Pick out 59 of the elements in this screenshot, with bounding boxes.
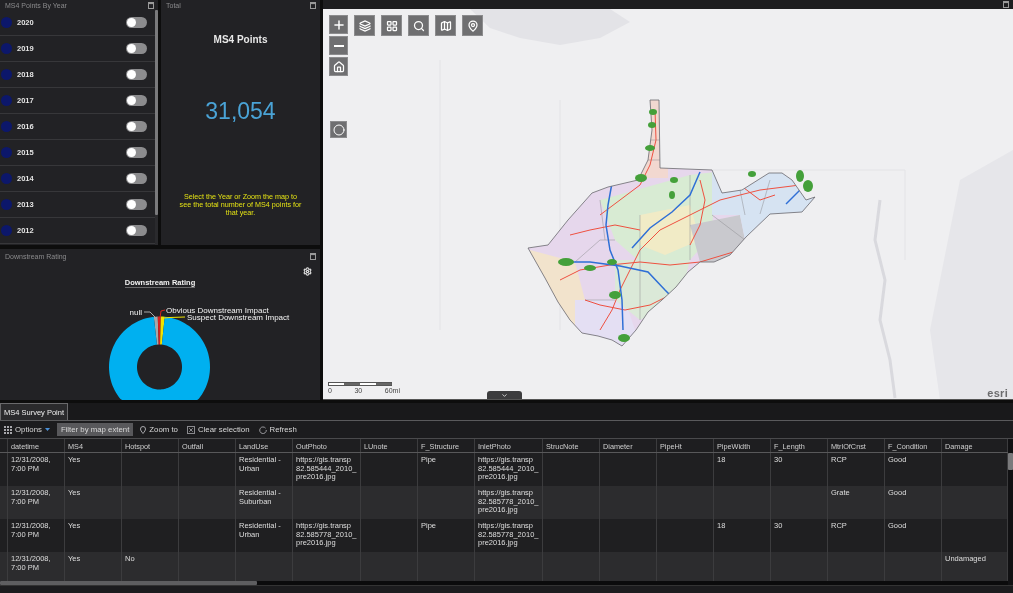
minus-icon: [333, 44, 344, 47]
dot-icon: [1, 69, 12, 80]
leader-line: [143, 311, 157, 319]
dot-icon: [1, 173, 12, 184]
maximize-icon[interactable]: [310, 252, 316, 260]
toggle-switch[interactable]: [126, 121, 147, 132]
home-button[interactable]: [329, 57, 348, 76]
grid-icon: [4, 425, 12, 434]
slice-label: Suspect Downstream Impact: [187, 313, 290, 322]
dot-icon: [1, 17, 12, 28]
home-icon: [332, 60, 345, 73]
close-box-icon: [186, 425, 195, 434]
pin-button[interactable]: [462, 15, 483, 36]
dot-icon: [1, 199, 12, 210]
zoom-out-button[interactable]: [329, 36, 348, 55]
caret-icon: [501, 391, 508, 399]
maximize-icon[interactable]: [310, 1, 316, 9]
dot-icon: [1, 121, 12, 132]
search-button[interactable]: [408, 15, 429, 36]
total-heading: MS4 Points: [213, 34, 268, 45]
refresh-icon: [258, 425, 267, 434]
dot-icon: [1, 225, 12, 236]
pin-icon: [466, 19, 479, 32]
caret-icon: [44, 428, 50, 431]
grid-icon: [385, 19, 398, 32]
toggle-switch[interactable]: [126, 147, 147, 158]
maximize-icon[interactable]: [148, 1, 154, 9]
ring-icon: [332, 123, 345, 136]
search-icon: [412, 19, 425, 32]
slice-label: null: [129, 307, 142, 317]
toggle-switch[interactable]: [126, 95, 147, 106]
toggle-switch[interactable]: [126, 43, 147, 54]
horizontal-scrollbar[interactable]: [0, 581, 1008, 585]
map-button[interactable]: [435, 15, 456, 36]
maximize-icon[interactable]: [1003, 1, 1009, 8]
toggle-switch[interactable]: [126, 173, 147, 184]
collapse-handle[interactable]: [487, 391, 522, 399]
layers-button[interactable]: [354, 15, 375, 36]
total-count: 31,054: [205, 98, 276, 125]
toggle-switch[interactable]: [126, 17, 147, 28]
basemap-button[interactable]: [381, 15, 402, 36]
dot-icon: [1, 147, 12, 158]
zoom-in-button[interactable]: [329, 15, 348, 34]
scale-bar: [328, 382, 392, 386]
toggle-switch[interactable]: [126, 69, 147, 80]
toggle-switch[interactable]: [126, 199, 147, 210]
map-icon: [439, 19, 452, 32]
settings-icon[interactable]: [303, 267, 312, 276]
dot-icon: [1, 95, 12, 106]
layers-icon: [358, 19, 371, 32]
attribution-logo: esri: [987, 387, 1008, 399]
vertical-scrollbar[interactable]: [1008, 439, 1013, 585]
locate-button[interactable]: [330, 121, 347, 138]
pin-icon: [140, 425, 147, 434]
toggle-switch[interactable]: [126, 225, 147, 236]
dot-icon: [1, 43, 12, 54]
plus-icon: [331, 17, 346, 32]
vertical-scrollbar[interactable]: [155, 10, 158, 245]
slice-label: Obvious Downstream Impact: [166, 305, 269, 315]
